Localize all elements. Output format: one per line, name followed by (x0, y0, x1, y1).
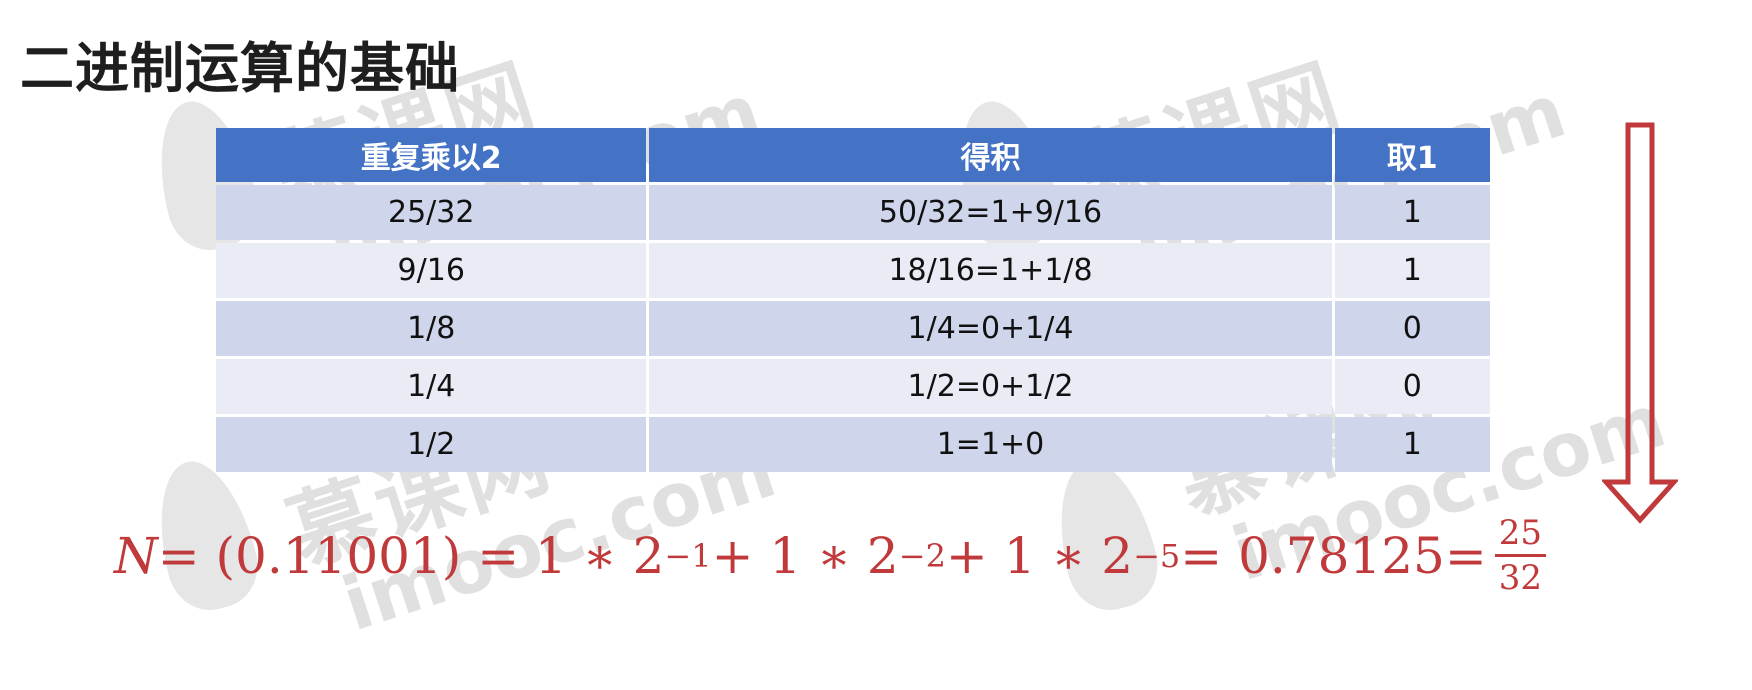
table-cell: 1/8 (216, 301, 647, 356)
fraction-numerator: 25 (1498, 513, 1542, 553)
table-cell: 9/16 (216, 243, 647, 298)
table-cell: 1/2 (216, 417, 647, 472)
table-cell: 1/4 (216, 359, 647, 414)
table-cell: 1 (1334, 185, 1490, 240)
formula-variable: N (114, 526, 158, 585)
formula-fraction: 25 32 (1494, 513, 1546, 598)
column-header-multiply: 重复乘以2 (216, 128, 647, 182)
table-cell: 18/16=1+1/8 (649, 243, 1332, 298)
page-title: 二进制运算的基础 (20, 37, 460, 100)
table-cell: 1 (1334, 243, 1490, 298)
formula-exponent: −5 (1133, 536, 1181, 575)
formula-exponent: −2 (898, 536, 946, 575)
formula-part: + 1 ∗ 2 (945, 526, 1134, 585)
table-cell: 1/2=0+1/2 (649, 359, 1332, 414)
table-header-row: 重复乘以2 得积 取1 (216, 128, 1490, 182)
table-row: 1/8 1/4=0+1/4 0 (216, 301, 1490, 356)
binary-conversion-table: 重复乘以2 得积 取1 25/32 50/32=1+9/16 1 9/16 18… (213, 125, 1493, 475)
table-cell: 1/4=0+1/4 (649, 301, 1332, 356)
table-cell: 1 (1334, 417, 1490, 472)
fraction-denominator: 32 (1498, 558, 1542, 598)
table-row: 9/16 18/16=1+1/8 1 (216, 243, 1490, 298)
table-cell: 0 (1334, 301, 1490, 356)
table-row: 1/4 1/2=0+1/2 0 (216, 359, 1490, 414)
table-cell: 25/32 (216, 185, 647, 240)
formula-part: + 1 ∗ 2 (711, 526, 899, 585)
table-cell: 1=1+0 (649, 417, 1332, 472)
formula-part: = (0.11001) = 1 ∗ 2 (157, 526, 665, 585)
formula-part: = 0.78125= (1180, 526, 1487, 585)
fraction-bar (1494, 554, 1546, 557)
column-header-take: 取1 (1334, 128, 1490, 182)
table-cell: 50/32=1+9/16 (649, 185, 1332, 240)
down-arrow-icon (1602, 122, 1678, 524)
table-row: 1/2 1=1+0 1 (216, 417, 1490, 472)
table-cell: 0 (1334, 359, 1490, 414)
column-header-product: 得积 (649, 128, 1332, 182)
formula-exponent: −1 (664, 536, 712, 575)
table-row: 25/32 50/32=1+9/16 1 (216, 185, 1490, 240)
result-formula: N = (0.11001) = 1 ∗ 2 −1 + 1 ∗ 2 −2 + 1 … (114, 516, 1546, 595)
